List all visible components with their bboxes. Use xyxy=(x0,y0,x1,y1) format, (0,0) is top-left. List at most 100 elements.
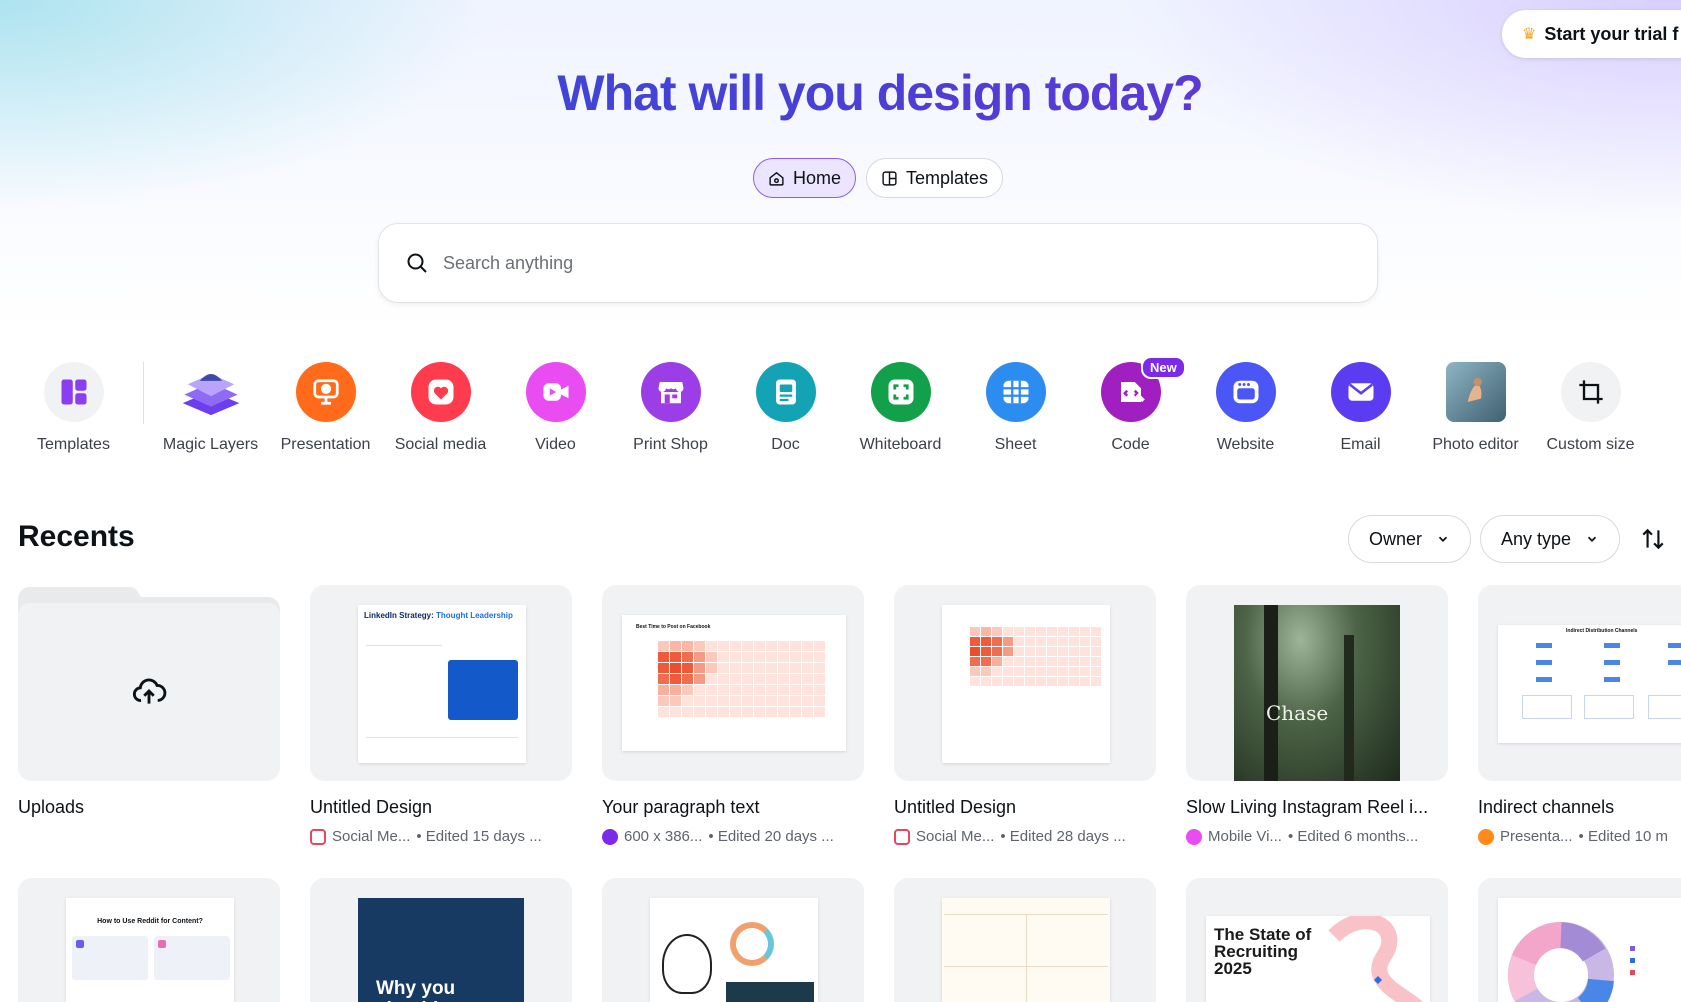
hero-title: What will you design today? xyxy=(0,64,1681,122)
recent-card[interactable]: The State of Recruiting 2025 xyxy=(1186,878,1448,1002)
sort-button[interactable] xyxy=(1638,524,1668,554)
website-icon xyxy=(1215,362,1276,422)
shortcut-presentation[interactable]: Presentation xyxy=(268,362,383,454)
shortcuts-divider xyxy=(143,362,144,424)
card-type: Presenta... xyxy=(1500,828,1573,845)
card-title: Untitled Design xyxy=(310,797,433,817)
shortcut-code[interactable]: New Code xyxy=(1073,356,1188,454)
home-icon xyxy=(769,171,784,186)
sheet-icon xyxy=(985,362,1046,422)
presentation-icon xyxy=(1478,828,1494,845)
search-input[interactable] xyxy=(443,252,1243,274)
recent-card[interactable]: How to Use Reddit for Content? xyxy=(18,878,280,1002)
card-title: Slow Living Instagram Reel i... xyxy=(1186,797,1429,817)
shortcut-label: Print Shop xyxy=(633,436,708,453)
thumbnail-heading: Chase xyxy=(1266,701,1329,725)
shortcut-doc[interactable]: Doc xyxy=(728,362,843,454)
recents-title: Recents xyxy=(18,520,135,553)
card-title: Uploads xyxy=(18,797,85,817)
card-meta: Social Me... • Edited 28 days ... xyxy=(894,828,1156,845)
shortcut-label: Presentation xyxy=(280,436,371,453)
shortcut-sheet[interactable]: Sheet xyxy=(958,362,1073,454)
shortcut-label: Photo editor xyxy=(1432,436,1519,453)
shortcut-label: Custom size xyxy=(1546,436,1635,453)
chevron-down-icon xyxy=(1438,536,1448,542)
design-thumbnail: Indirect Distribution Channels xyxy=(1478,585,1681,781)
recent-card[interactable]: Untitled Design Social Me... • Edited 28… xyxy=(894,585,1156,845)
cloud-upload-icon xyxy=(132,678,167,704)
shortcut-whiteboard[interactable]: Whiteboard xyxy=(843,362,958,454)
sort-icon xyxy=(1642,528,1664,550)
start-trial-button[interactable]: ♛ Start your trial f xyxy=(1502,10,1681,58)
design-thumbnail: Chase xyxy=(1186,585,1448,781)
shortcut-video[interactable]: Video xyxy=(498,362,613,454)
shortcut-custom-size[interactable]: Custom size xyxy=(1533,362,1648,454)
shortcut-label: Video xyxy=(535,436,576,453)
recent-card[interactable]: Chase Slow Living Instagram Reel i... Mo… xyxy=(1186,585,1448,845)
print-shop-icon xyxy=(640,362,701,422)
whiteboard-icon xyxy=(870,362,931,422)
shortcut-label: Website xyxy=(1216,436,1275,453)
card-title: Indirect channels xyxy=(1478,797,1615,817)
recent-card[interactable]: LinkedIn Strategy: Thought Leadership Un… xyxy=(310,585,572,845)
templates-tab[interactable]: Templates xyxy=(866,158,1004,198)
card-type: 600 x 386... xyxy=(624,828,703,845)
shortcut-label: Social media xyxy=(394,436,487,453)
presentation-icon xyxy=(295,362,356,422)
shortcut-label: Doc xyxy=(771,436,800,453)
shortcut-email[interactable]: Email xyxy=(1303,362,1418,454)
thumbnail-heading: The State of Recruiting 2025 xyxy=(1214,925,1312,978)
home-nav: Home Templates xyxy=(753,158,1004,198)
magic-layers-icon xyxy=(181,362,241,422)
shortcut-label: Sheet xyxy=(994,436,1037,453)
email-icon xyxy=(1330,362,1391,422)
new-badge: New xyxy=(1141,356,1186,379)
doc-icon xyxy=(755,362,816,422)
shortcut-photo-editor[interactable]: Photo editor xyxy=(1418,362,1533,454)
card-type: Social Me... xyxy=(916,828,995,845)
search-bar[interactable] xyxy=(378,223,1378,303)
recent-card[interactable]: Best Time to Post on Facebook Your parag… xyxy=(602,585,864,845)
shortcut-label: Whiteboard xyxy=(859,436,942,453)
card-meta: Social Me... • Edited 15 days ... xyxy=(310,828,572,845)
owner-filter[interactable]: Owner xyxy=(1348,515,1472,563)
design-shortcuts: Templates Magic Layers Presentation Soci… xyxy=(0,356,1681,462)
shortcut-print-shop[interactable]: Print Shop xyxy=(613,362,728,454)
shortcut-website[interactable]: Website xyxy=(1188,362,1303,454)
video-icon xyxy=(525,362,586,422)
card-edited: • Edited 10 m xyxy=(1578,828,1669,845)
thumbnail-heading: Indirect Distribution Channels xyxy=(1566,628,1638,634)
templates-icon xyxy=(43,362,104,422)
recent-card[interactable] xyxy=(894,878,1156,1002)
shortcut-label: Magic Layers xyxy=(162,436,259,453)
type-filter-label: Any type xyxy=(1501,528,1572,549)
owner-filter-label: Owner xyxy=(1369,528,1423,549)
recent-card[interactable]: Why you should xyxy=(310,878,572,1002)
video-icon xyxy=(1186,828,1202,845)
recent-card[interactable] xyxy=(602,878,864,1002)
search-icon xyxy=(407,253,427,273)
card-edited: • Edited 15 days ... xyxy=(416,828,542,845)
thumbnail-heading: LinkedIn Strategy: Thought Leadership xyxy=(364,611,513,620)
recent-card-uploads[interactable]: Uploads xyxy=(18,585,280,818)
card-edited: • Edited 20 days ... xyxy=(708,828,834,845)
custom-size-icon xyxy=(1560,362,1621,422)
design-type-icon xyxy=(602,828,618,845)
social-media-icon xyxy=(410,362,471,422)
thumbnail-heading: How to Use Reddit for Content? xyxy=(97,918,203,925)
recent-card[interactable] xyxy=(1478,878,1681,1002)
shortcut-social-media[interactable]: Social media xyxy=(383,362,498,454)
uploads-folder xyxy=(18,585,280,781)
recent-card[interactable]: Indirect Distribution Channels Indirect … xyxy=(1478,585,1681,845)
type-filter[interactable]: Any type xyxy=(1480,515,1621,563)
thumbnail-heading: Why you should xyxy=(376,978,456,1002)
shortcut-magic-layers[interactable]: Magic Layers xyxy=(153,362,268,454)
chevron-down-icon xyxy=(1587,536,1597,542)
photo-editor-icon xyxy=(1445,362,1506,422)
home-tab[interactable]: Home xyxy=(753,158,857,198)
card-title: Untitled Design xyxy=(894,797,1017,817)
shortcut-templates[interactable]: Templates xyxy=(16,362,131,454)
start-trial-label: Start your trial f xyxy=(1544,23,1679,44)
templates-tab-label: Templates xyxy=(906,167,989,188)
instagram-icon xyxy=(310,828,326,845)
